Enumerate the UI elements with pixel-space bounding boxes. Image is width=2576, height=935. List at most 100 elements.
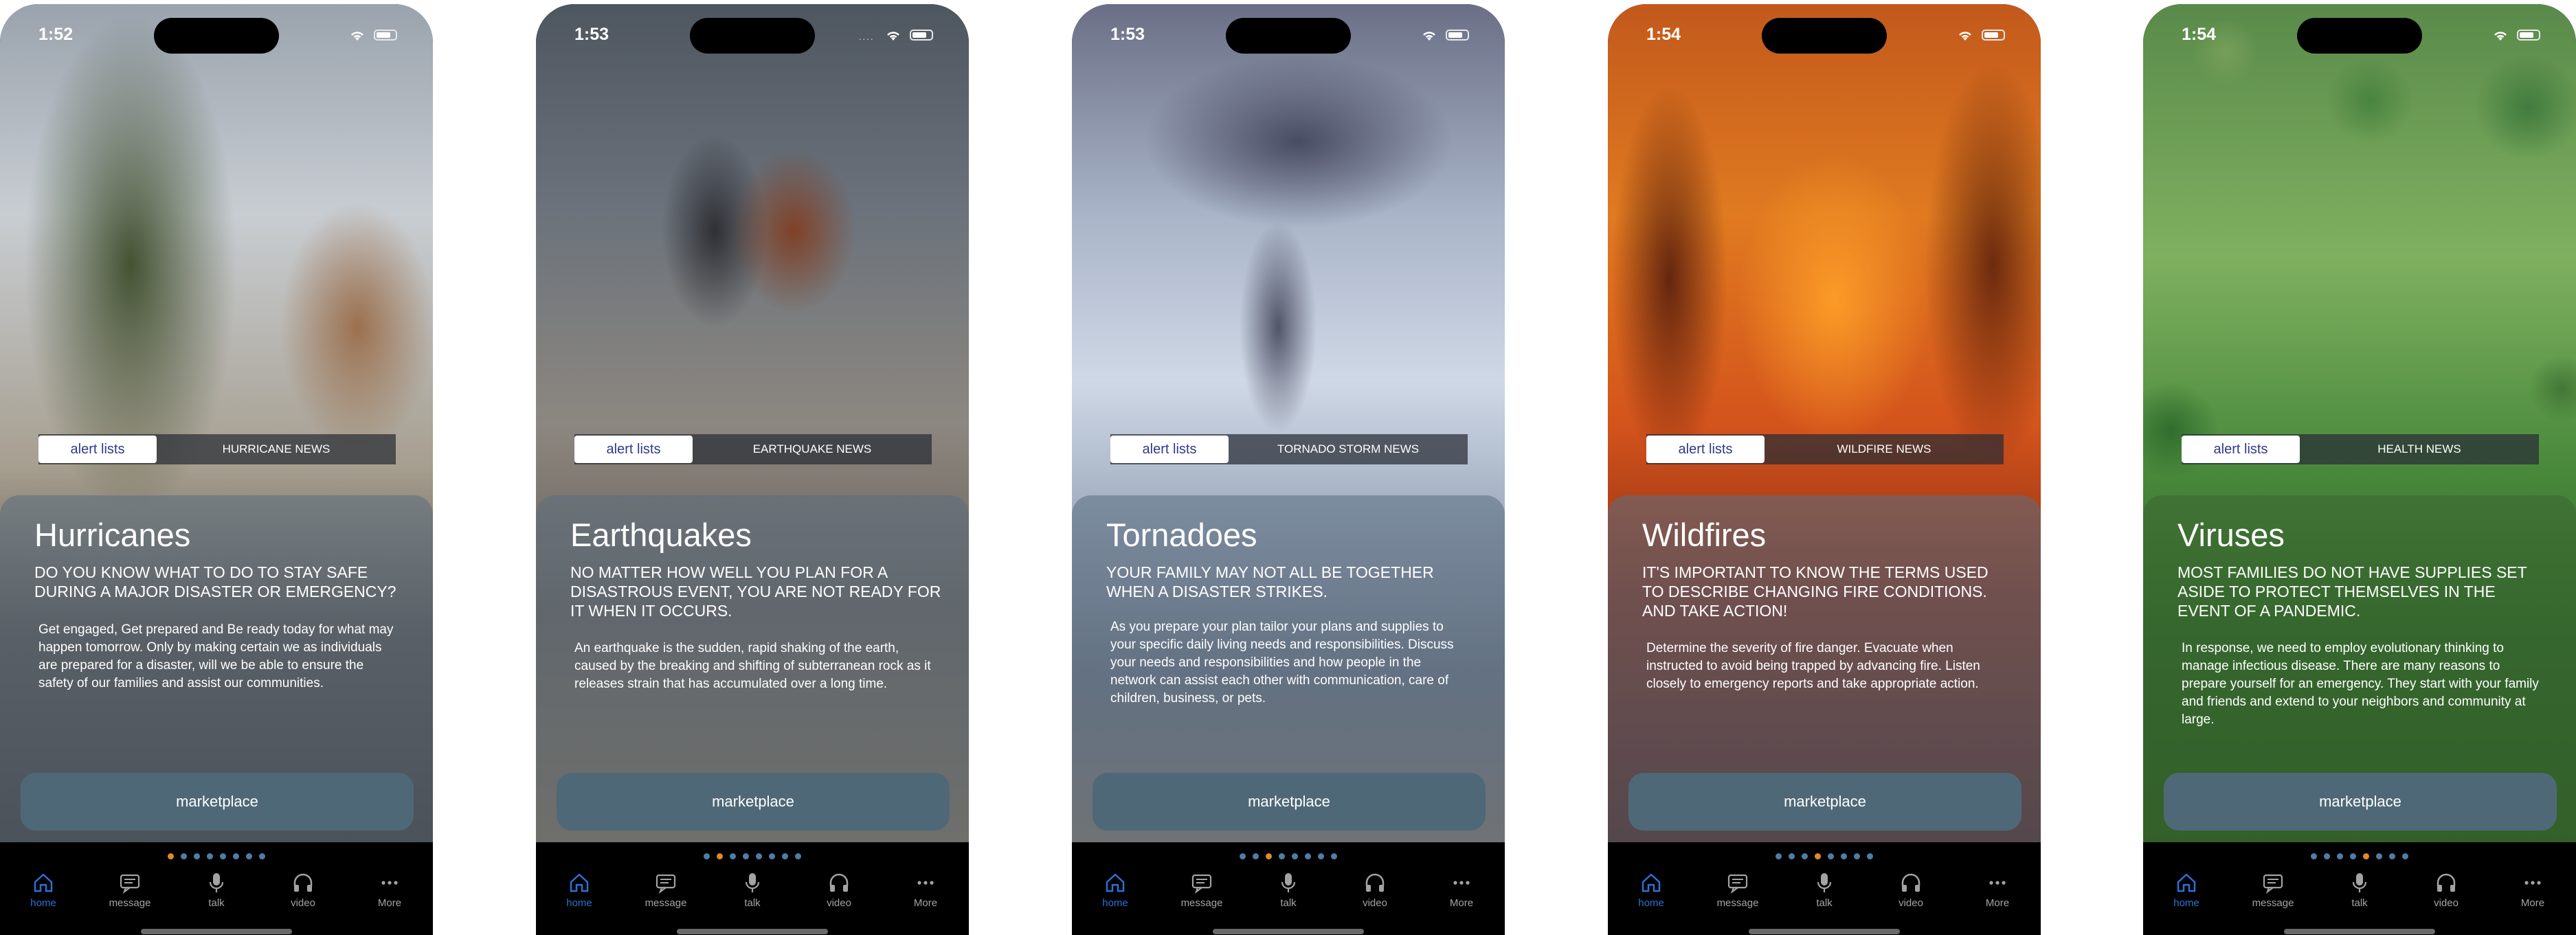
marketplace-button[interactable]: marketplace — [1628, 773, 2021, 831]
page-dot[interactable] — [743, 853, 749, 859]
tab-home[interactable]: home — [1608, 871, 1694, 919]
tab-more[interactable]: More — [2489, 871, 2576, 919]
tab-message[interactable]: message — [623, 871, 709, 919]
page-dot[interactable] — [704, 853, 710, 859]
page-dots[interactable] — [1072, 850, 1505, 863]
page-dot[interactable] — [756, 853, 762, 859]
page-dot[interactable] — [1776, 853, 1782, 859]
message-icon — [120, 874, 140, 894]
page-dot[interactable] — [259, 853, 265, 859]
page-dot[interactable] — [2337, 853, 2343, 859]
page-dot[interactable] — [207, 853, 213, 859]
marketplace-button[interactable]: marketplace — [2164, 773, 2557, 831]
tab-talk[interactable]: talk — [709, 871, 796, 919]
news-tab[interactable]: HURRICANE NEWS — [157, 434, 396, 464]
marketplace-button[interactable]: marketplace — [1093, 773, 1486, 831]
tab-video[interactable]: video — [1332, 871, 1418, 919]
microphone-icon — [1817, 873, 1832, 892]
page-dot[interactable] — [1331, 853, 1337, 859]
news-tab[interactable]: EARTHQUAKE NEWS — [693, 434, 932, 464]
page-dot[interactable] — [769, 853, 775, 859]
tab-video[interactable]: video — [260, 871, 346, 919]
headphones-icon — [1901, 873, 1920, 892]
tab-more[interactable]: More — [882, 871, 969, 919]
tab-talk[interactable]: talk — [1245, 871, 1332, 919]
news-tab[interactable]: WILDFIRE NEWS — [1765, 434, 2004, 464]
bottom-tab-bar: home message talk video More — [536, 867, 969, 935]
tab-home[interactable]: home — [536, 871, 623, 919]
page-dots[interactable] — [536, 850, 969, 863]
tab-label: talk — [1280, 897, 1297, 909]
page-dots[interactable] — [2143, 850, 2576, 863]
more-icon — [1989, 881, 2006, 885]
page-dot[interactable] — [246, 853, 252, 859]
page-dots[interactable] — [0, 850, 433, 863]
tab-video[interactable]: video — [1868, 871, 1954, 919]
page-dot[interactable] — [1266, 853, 1272, 859]
tab-more[interactable]: More — [1954, 871, 2041, 919]
news-tab[interactable]: TORNADO STORM NEWS — [1229, 434, 1468, 464]
page-dot[interactable] — [233, 853, 239, 859]
page-dot[interactable] — [795, 853, 801, 859]
alert-lists-tab[interactable]: alert lists — [38, 436, 157, 463]
tab-more[interactable]: More — [346, 871, 433, 919]
info-card: Wildfires IT'S IMPORTANT TO KNOW THE TER… — [1608, 495, 2041, 842]
status-icons: ···· — [837, 29, 933, 44]
tab-message[interactable]: message — [2230, 871, 2316, 919]
info-card: Viruses MOST FAMILIES DO NOT HAVE SUPPLI… — [2143, 495, 2576, 842]
tab-talk[interactable]: talk — [2316, 871, 2403, 919]
tab-label: message — [645, 897, 687, 909]
page-dot[interactable] — [782, 853, 788, 859]
page-dot[interactable] — [220, 853, 226, 859]
page-dot[interactable] — [168, 853, 174, 859]
page-dot[interactable] — [2363, 853, 2369, 859]
tab-label: home — [1638, 897, 1664, 909]
page-dot[interactable] — [1305, 853, 1311, 859]
page-dot[interactable] — [1802, 853, 1808, 859]
alert-lists-tab[interactable]: alert lists — [1110, 436, 1229, 463]
page-dot[interactable] — [2324, 853, 2330, 859]
page-dot[interactable] — [2402, 853, 2408, 859]
page-dot[interactable] — [1867, 853, 1873, 859]
page-dot[interactable] — [1292, 853, 1298, 859]
page-dot[interactable] — [1789, 853, 1795, 859]
page-dot[interactable] — [1841, 853, 1847, 859]
page-dot[interactable] — [1240, 853, 1246, 859]
tab-message[interactable]: message — [1158, 871, 1245, 919]
page-dot[interactable] — [2376, 853, 2382, 859]
page-dot[interactable] — [1854, 853, 1860, 859]
card-body: An earthquake is the sudden, rapid shaki… — [574, 641, 931, 691]
marketplace-button[interactable]: marketplace — [557, 773, 950, 831]
page-dot[interactable] — [1815, 853, 1821, 859]
info-card: Hurricanes DO YOU KNOW WHAT TO DO TO STA… — [0, 495, 433, 842]
tab-talk[interactable]: talk — [1781, 871, 1868, 919]
tab-video[interactable]: video — [796, 871, 882, 919]
page-dot[interactable] — [717, 853, 723, 859]
page-dot[interactable] — [194, 853, 200, 859]
tab-home[interactable]: home — [0, 871, 87, 919]
page-dot[interactable] — [2311, 853, 2317, 859]
alert-lists-tab[interactable]: alert lists — [574, 436, 693, 463]
wifi-icon — [351, 32, 363, 41]
page-dot[interactable] — [1279, 853, 1285, 859]
tab-home[interactable]: home — [2143, 871, 2230, 919]
tab-video[interactable]: video — [2403, 871, 2489, 919]
alert-lists-tab[interactable]: alert lists — [1646, 436, 1765, 463]
news-tab[interactable]: HEALTH NEWS — [2300, 434, 2539, 464]
page-dot[interactable] — [181, 853, 187, 859]
info-card: Tornadoes YOUR FAMILY MAY NOT ALL BE TOG… — [1072, 495, 1505, 842]
alert-lists-tab[interactable]: alert lists — [2182, 436, 2300, 463]
page-dot[interactable] — [730, 853, 736, 859]
page-dot[interactable] — [1253, 853, 1259, 859]
page-dot[interactable] — [1828, 853, 1834, 859]
page-dot[interactable] — [2389, 853, 2395, 859]
page-dots[interactable] — [1608, 850, 2041, 863]
tab-message[interactable]: message — [1694, 871, 1781, 919]
page-dot[interactable] — [2350, 853, 2356, 859]
tab-talk[interactable]: talk — [173, 871, 260, 919]
tab-message[interactable]: message — [87, 871, 173, 919]
tab-home[interactable]: home — [1072, 871, 1158, 919]
tab-more[interactable]: More — [1418, 871, 1505, 919]
marketplace-button[interactable]: marketplace — [21, 773, 414, 831]
page-dot[interactable] — [1318, 853, 1324, 859]
